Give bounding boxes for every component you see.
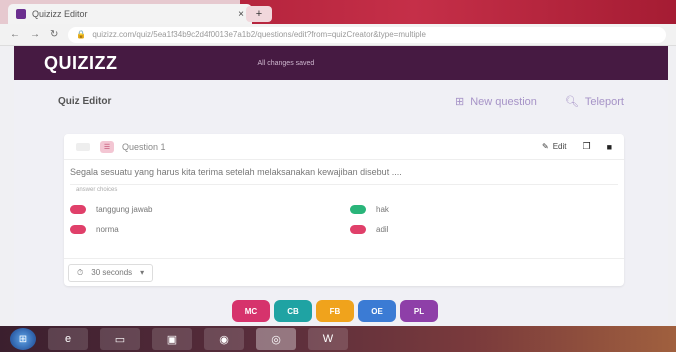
reload-icon[interactable]: ↻ (50, 29, 58, 40)
plus-grid-icon: ⊞ (455, 95, 465, 108)
browser-tab-strip: Quizizz Editor × + (0, 0, 676, 24)
incorrect-dot-icon (70, 205, 86, 214)
chrome-icon[interactable]: ◎ (256, 328, 296, 350)
question-type-button[interactable]: PL (400, 300, 438, 322)
edit-label: Edit (552, 142, 567, 151)
media-icon[interactable]: ▣ (152, 328, 192, 350)
new-question-button[interactable]: ⊞ New question (455, 95, 537, 108)
question-type-bar: MC CB FB OE PL (232, 300, 438, 322)
pencil-icon: ✎ (541, 142, 549, 151)
quizizz-logo[interactable]: QUIZIZZ (44, 53, 118, 74)
quizizz-favicon-icon (16, 9, 26, 19)
answer-option: adil (350, 225, 388, 234)
edit-button[interactable]: ✎ Edit (542, 142, 567, 151)
browser-toolbar: ← → ↻ 🔒 quizizz.com/quiz/5ea1f34b9c2d4f0… (0, 24, 676, 46)
firefox-icon[interactable]: ◉ (204, 328, 244, 350)
delete-icon[interactable]: ■ (607, 142, 612, 152)
editor-actions: ⊞ New question 🔍︎ Teleport (455, 95, 624, 108)
word-icon[interactable]: W (308, 328, 348, 350)
app-header: QUIZIZZ All changes saved (14, 46, 668, 80)
ie-icon[interactable]: e (48, 328, 88, 350)
new-tab-button[interactable]: + (246, 6, 272, 22)
tab-title: Quizizz Editor (32, 9, 88, 19)
question-number: Question 1 (122, 141, 166, 152)
question-select-checkbox[interactable] (76, 142, 90, 151)
forward-icon[interactable]: → (30, 29, 40, 40)
os-taskbar: ⊞ e ▭ ▣ ◉ ◎ W (0, 326, 676, 352)
windows-start-icon[interactable]: ⊞ (10, 328, 36, 350)
quiz-editor: Quiz Editor ⊞ New question 🔍︎ Teleport ☰ Q… (14, 80, 668, 326)
tab-strip-background (240, 0, 676, 24)
tab-close-icon[interactable]: × (238, 9, 244, 20)
editor-subheader: Quiz Editor ⊞ New question 🔍︎ Teleport (14, 80, 668, 122)
question-text: Segala sesuatu yang harus kita terima se… (70, 167, 402, 177)
teleport-button[interactable]: 🔍︎ Teleport (565, 95, 624, 108)
answer-text: adil (376, 225, 389, 234)
question-type-button[interactable]: MC (232, 300, 270, 322)
answer-option: hak (350, 205, 389, 214)
answer-text: hak (376, 205, 389, 214)
question-card: ☰ Question 1 ✎ Edit ❐ ■ Segala sesuatu ya… (64, 134, 624, 286)
answer-text: norma (96, 225, 119, 234)
answer-option: tanggung jawab (70, 205, 153, 214)
new-question-label: New question (470, 95, 537, 108)
lock-icon: 🔒 (76, 30, 87, 39)
folder-icon[interactable]: ▭ (100, 328, 140, 350)
question-type-button[interactable]: CB (274, 300, 312, 322)
browser-tab[interactable]: Quizizz Editor × (8, 4, 252, 24)
page-title: Quiz Editor (58, 95, 112, 107)
answer-choices-label: answer choices (70, 184, 618, 193)
question-type-button[interactable]: OE (358, 300, 396, 322)
answer-option: norma (70, 225, 119, 234)
incorrect-dot-icon (350, 225, 366, 234)
address-bar[interactable]: 🔒 quizizz.com/quiz/5ea1f34b9c2d4f0013e7a… (68, 26, 666, 43)
back-icon[interactable]: ← (10, 29, 20, 40)
duplicate-icon[interactable]: ❐ (582, 141, 590, 152)
time-limit-select[interactable]: ⏱ 30 seconds ▾ (68, 263, 154, 282)
question-card-header: ☰ Question 1 ✎ Edit ❐ ■ (64, 134, 624, 160)
search-icon: 🔍︎ (564, 95, 579, 108)
question-tools: ✎ Edit ❐ ■ (542, 141, 612, 152)
teleport-label: Teleport (584, 95, 624, 108)
correct-dot-icon (350, 205, 366, 214)
chevron-down-icon: ▾ (140, 268, 145, 277)
url-text: quizizz.com/quiz/5ea1f34b9c2d4f0013e7a1b… (92, 30, 426, 39)
time-limit-value: 30 seconds (91, 268, 133, 277)
save-status: All changes saved (257, 59, 315, 67)
multiple-choice-icon: ☰ (100, 140, 114, 153)
clock-icon: ⏱ (77, 267, 84, 277)
question-card-footer: ⏱ 30 seconds ▾ (64, 258, 624, 286)
incorrect-dot-icon (70, 225, 86, 234)
question-type-button[interactable]: FB (316, 300, 354, 322)
answer-options: tanggung jawab hak norma adil (64, 199, 624, 243)
answer-text: tanggung jawab (96, 205, 153, 214)
